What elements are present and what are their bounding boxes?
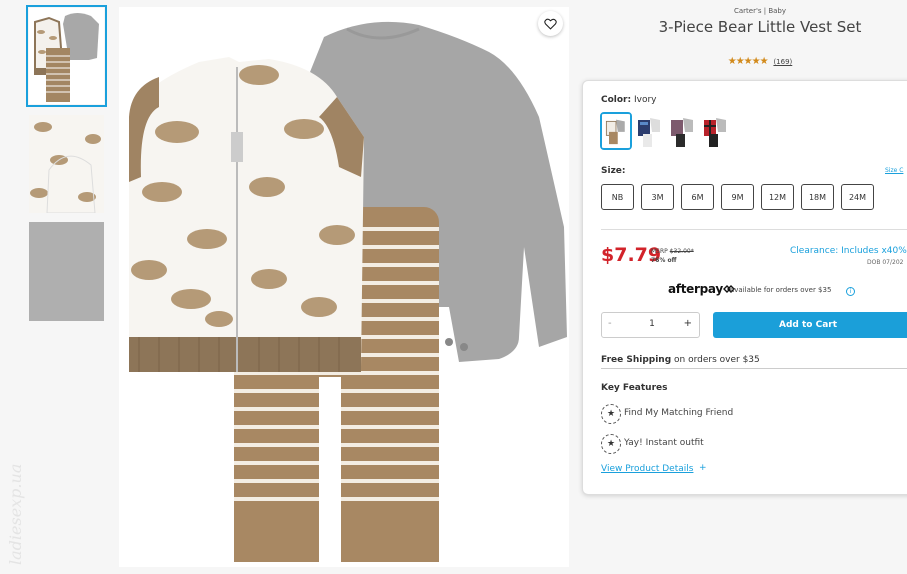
size-option-12m[interactable]: 12M xyxy=(761,184,794,210)
shipping-note: Free Shipping on orders over $35 xyxy=(601,355,760,365)
divider xyxy=(601,229,907,230)
quantity-input[interactable]: 1 xyxy=(642,319,662,329)
swatch-red-plaid-image xyxy=(700,112,732,150)
size-option-9m[interactable]: 9M xyxy=(721,184,754,210)
review-count-link[interactable]: (169) xyxy=(773,58,792,66)
divider xyxy=(601,368,907,369)
main-product-image xyxy=(119,7,569,567)
percent-off: 76% off xyxy=(651,257,677,264)
product-title: 3-Piece Bear Little Vest Set xyxy=(658,18,862,36)
color-swatch-ivory[interactable] xyxy=(600,112,632,150)
size-label: Size: xyxy=(601,166,626,176)
thumbnail-bodysuit-closeup-image xyxy=(29,222,104,321)
dob-note: DOB 07/202 xyxy=(867,259,904,266)
afterpay-text: available for orders over $35 xyxy=(730,286,832,294)
brand-breadcrumb[interactable]: Carter's | Baby xyxy=(610,7,907,15)
add-to-cart-button[interactable]: Add to Cart xyxy=(713,312,907,338)
swatch-mauve-image xyxy=(667,112,699,150)
size-option-6m[interactable]: 6M xyxy=(681,184,714,210)
afterpay-logo: afterpay xyxy=(668,282,735,296)
color-label: Color: Ivory xyxy=(601,95,656,105)
feature-item: Find My Matching Friend xyxy=(624,408,734,418)
size-option-18m[interactable]: 18M xyxy=(801,184,834,210)
color-swatch-red-plaid[interactable] xyxy=(700,112,732,150)
swatch-ivory-image xyxy=(602,114,630,148)
star-badge-icon: ★ xyxy=(601,404,621,424)
quantity-decrease-button[interactable]: - xyxy=(608,318,612,329)
size-option-nb[interactable]: NB xyxy=(601,184,634,210)
quantity-increase-button[interactable]: + xyxy=(684,318,692,329)
key-features-title: Key Features xyxy=(601,383,668,393)
afterpay-logo-text: afterpay xyxy=(668,282,723,296)
msrp-label: MSRP xyxy=(651,248,668,255)
color-swatch-mauve[interactable] xyxy=(667,112,699,150)
quantity-stepper: - 1 + xyxy=(601,312,700,338)
swatch-navy-image xyxy=(634,112,666,150)
free-shipping-label: Free Shipping xyxy=(601,355,672,365)
rating[interactable]: ★★★★★ (169) xyxy=(610,56,907,67)
size-option-3m[interactable]: 3M xyxy=(641,184,674,210)
color-selected-value: Ivory xyxy=(633,95,657,105)
wishlist-button[interactable] xyxy=(538,11,563,36)
view-product-details-link[interactable]: View Product Details xyxy=(601,464,693,474)
clearance-badge: Clearance: Includes x40% xyxy=(790,246,907,256)
product-illustration xyxy=(119,7,569,567)
watermark: ladiesexp.ua xyxy=(6,463,25,565)
thumbnail-full-set-image xyxy=(29,8,104,104)
shipping-detail: on orders over $35 xyxy=(671,355,760,365)
star-rating-icon: ★★★★★ xyxy=(727,56,769,67)
size-option-24m[interactable]: 24M xyxy=(841,184,874,210)
thumbnail-bodysuit-closeup[interactable] xyxy=(29,222,104,321)
msrp: MSRP $32.00* xyxy=(651,248,694,255)
expand-plus-icon[interactable]: + xyxy=(699,463,707,473)
color-swatch-navy[interactable] xyxy=(634,112,666,150)
thumbnail-vest-closeup[interactable] xyxy=(29,115,104,213)
size-chart-link[interactable]: Size C xyxy=(885,167,903,174)
thumbnail-vest-closeup-image xyxy=(29,115,104,213)
info-icon[interactable]: i xyxy=(846,287,855,296)
star-badge-icon: ★ xyxy=(601,434,621,454)
feature-item: Yay! Instant outfit xyxy=(624,438,704,448)
msrp-value: $32.00* xyxy=(669,248,694,255)
heart-icon xyxy=(544,18,557,30)
color-label-text: Color: xyxy=(601,95,632,105)
thumbnail-full-set[interactable] xyxy=(26,5,107,107)
